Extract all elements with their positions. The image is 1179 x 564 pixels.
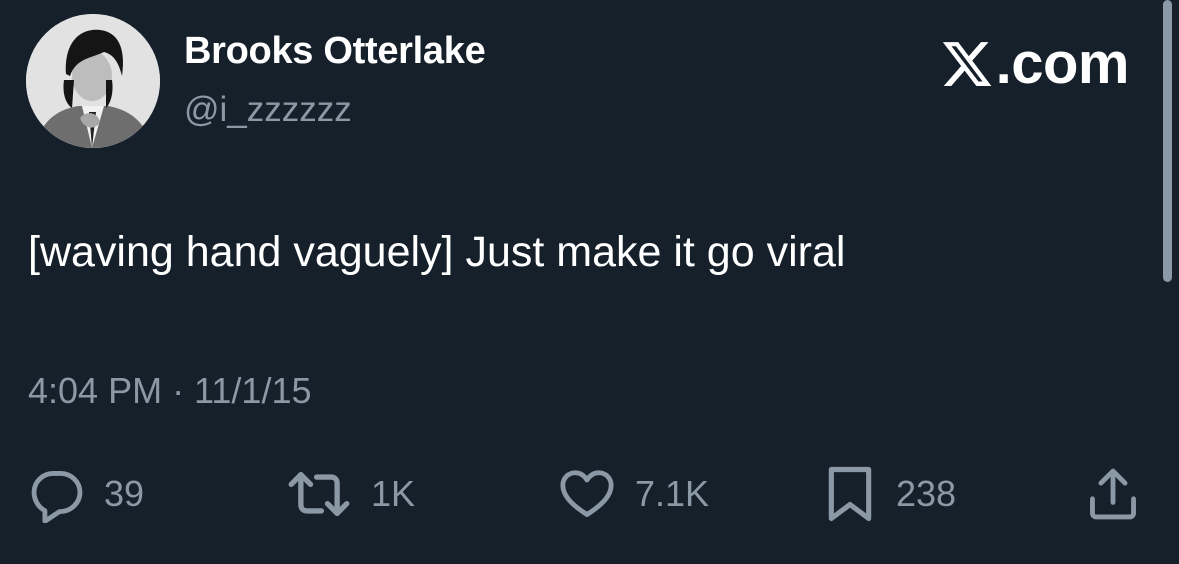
like-button[interactable]: 7.1K [557,462,709,526]
retweet-count: 1K [371,473,416,514]
x-logo-icon [940,37,994,91]
tweet-text: [waving hand vaguely] Just make it go vi… [28,228,846,276]
brand-label: .com [995,31,1130,96]
heart-icon [557,465,617,523]
bookmark-button[interactable]: 238 [822,462,956,526]
avatar[interactable] [26,14,160,148]
reply-icon [28,465,86,523]
brand-watermark: .com [940,30,1130,97]
action-bar: 39 1K 7.1K 238 [0,462,1179,526]
share-button[interactable] [1084,462,1142,526]
like-count: 7.1K [635,473,710,514]
tweet-timestamp[interactable]: 4:04 PM · 11/1/15 [28,370,312,412]
reply-button[interactable]: 39 [28,462,144,526]
author-name[interactable]: Brooks Otterlake [184,30,486,73]
bookmark-icon [822,463,878,525]
retweet-icon [285,465,353,523]
avatar-photo [26,14,160,148]
retweet-button[interactable]: 1K [285,462,415,526]
author-handle[interactable]: @i_zzzzzz [184,90,352,130]
bookmark-count: 238 [896,473,957,514]
share-icon [1084,465,1142,523]
reply-count: 39 [104,473,145,514]
scrollbar[interactable] [1163,0,1172,282]
tweet-card: Brooks Otterlake @i_zzzzzz .com [waving … [0,0,1179,564]
